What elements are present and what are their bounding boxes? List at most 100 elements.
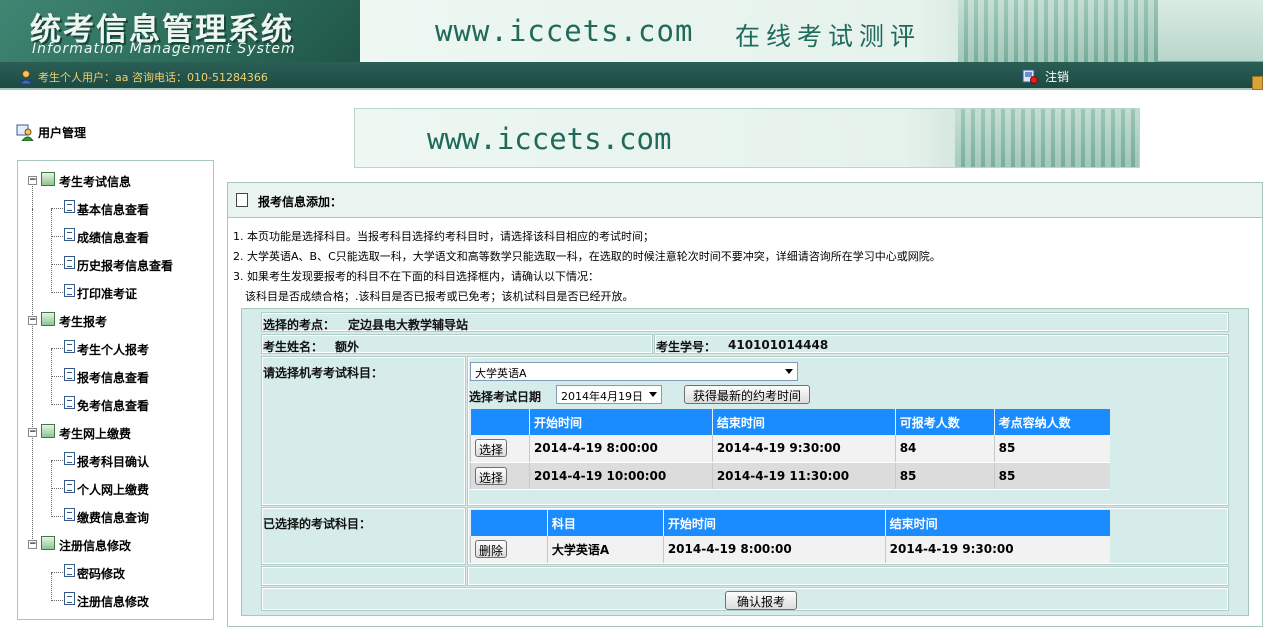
user-icon [18,70,34,85]
tree-branch-line [51,349,52,405]
sidebar-item-label: 密码修改 [77,567,126,581]
sidebar-item-label: 基本信息查看 [77,203,150,217]
student-id-row: 考生学号： 410101014448 [654,334,1229,354]
tree-connector [51,516,63,517]
column-header: 结束时间 [711,409,896,435]
spacer-cell [261,566,466,586]
tree-group-label: 考生考试信息 [59,175,132,189]
tree-connector [51,460,63,461]
end-time-cell: 2014-4-19 11:30:00 [711,462,896,490]
subject-select[interactable]: 大学英语A [470,362,798,381]
name-row: 考生姓名： 额外 [261,334,653,354]
sidebar-item-label: 免考信息查看 [77,399,150,413]
confirm-register-button[interactable]: 确认报考 [725,591,797,610]
banner-photo [958,0,1158,62]
site-value: 定边县电大教学辅导站 [348,318,469,332]
sidebar-item-label: 报考科目确认 [77,455,150,469]
end-time-cell: 2014-4-19 9:30:00 [884,536,1110,564]
page-icon [64,452,75,465]
site-label: 选择的考点： [263,318,336,332]
subject-label-cell: 请选择机考考试科目： [261,356,466,506]
chevron-down-icon [785,369,793,374]
register-form: 选择的考点： 定边县电大教学辅导站 考生姓名： 额外 考生学号： 4101010… [241,308,1249,616]
date-select-value: 2014年4月19日 [561,390,643,403]
tree-connector [51,488,63,489]
column-header: 开始时间 [662,510,886,536]
subject-select-cell: 大学英语A 选择考试日期 2014年4月19日 获得最新的约考时间 开始时间 结… [467,356,1229,506]
tree-group-label: 考生网上缴费 [59,427,132,441]
table-header-row: 开始时间 结束时间 可报考人数 考点容纳人数 [470,409,1110,435]
tree-branch-line [51,209,52,293]
subject-cell: 大学英语A [546,536,664,564]
tree-group-label: 注册信息修改 [59,539,132,553]
select-slot-button[interactable]: 选择 [475,439,508,458]
page-icon [64,228,75,241]
sidebar-title: 用户管理 [38,126,87,140]
available-cell: 85 [894,462,995,490]
column-header-action [470,409,530,435]
logout-link[interactable]: 注销 [1045,68,1069,85]
site-row: 选择的考点： 定边县电大教学辅导站 [261,312,1229,332]
tree-connector [51,572,63,573]
start-time-cell: 2014-4-19 10:00:00 [528,462,713,490]
tree-group-label: 考生报考 [59,315,108,329]
student-id-label: 考生学号： [656,340,717,354]
page-icon [64,340,75,353]
note-3: 3. 如果考生发现要报考的科目不在下面的科目选择框内，请确认以下情况： [233,270,599,283]
sidebar-item-label: 缴费信息查询 [77,511,150,525]
register-panel: 报考信息添加： 1. 本页功能是选择科目。当报考科目选择约考科目时，请选择该科目… [227,182,1263,627]
date-label: 选择考试日期 [469,390,542,404]
column-header: 科目 [546,510,664,536]
collapse-icon[interactable]: − [28,540,37,549]
sidebar-item-label: 注册信息修改 [77,595,150,609]
column-header-action [470,510,548,536]
collapse-icon[interactable]: − [28,176,37,185]
header: 统考信息管理系统 Information Management System w… [0,0,1263,62]
tree-connector [51,348,63,349]
date-select[interactable]: 2014年4月19日 [556,385,662,404]
sidebar-item-label: 个人网上缴费 [77,483,150,497]
tree-connector [51,376,63,377]
start-time-cell: 2014-4-19 8:00:00 [662,536,886,564]
action-cell: 选择 [470,462,530,490]
note-1: 1. 本页功能是选择科目。当报考科目选择约考科目时，请选择该科目相应的考试时间； [233,230,654,243]
folder-icon [41,312,55,326]
page-icon [64,200,75,213]
sidebar-item-label: 报考信息查看 [77,371,150,385]
table-header-row: 科目 开始时间 结束时间 [470,510,1110,536]
spacer-cell [467,566,1229,586]
refresh-times-button[interactable]: 获得最新的约考时间 [684,385,810,404]
start-time-cell: 2014-4-19 8:00:00 [528,435,713,463]
page-icon [64,508,75,521]
name-label: 考生姓名： [263,340,324,354]
page-icon [64,368,75,381]
logout-icon[interactable] [1022,68,1038,84]
panel-header: 报考信息添加： [228,183,1262,218]
tree-connector [51,404,63,405]
collapse-icon[interactable]: − [28,428,37,437]
collapse-icon[interactable]: − [28,316,37,325]
select-slot-button[interactable]: 选择 [475,466,508,485]
note-4: 该科目是否成绩合格；.该科目是否已报考或已免考；该机试科目是否已经开放。 [245,290,634,303]
sidebar-item-label: 打印准考证 [77,287,138,301]
tree-connector [51,600,63,601]
header-banner: www.iccets.com 在线考试测评 [360,0,1158,62]
tree-connector [51,264,63,265]
subject-select-value: 大学英语A [475,367,527,380]
chevron-down-icon [649,392,657,397]
column-header: 考点容纳人数 [993,409,1110,435]
student-id-value: 410101014448 [728,338,829,352]
scroll-top-icon[interactable] [1252,76,1263,90]
folder-icon [41,424,55,438]
main-banner: www.iccets.com [354,108,1140,168]
tree-branch-line [51,573,52,601]
folder-icon [41,536,55,550]
subject-label: 请选择机考考试科目： [263,366,384,380]
tree-connector [51,236,63,237]
banner-slogan: 在线考试测评 [735,22,922,51]
document-icon [236,193,248,207]
user-bar: 考生个人用户：aa 咨询电话：010-51284366 注销 [0,62,1263,90]
name-value: 额外 [335,340,360,354]
delete-subject-button[interactable]: 删除 [475,540,508,559]
sidebar-item-label: 历史报考信息查看 [77,259,174,273]
